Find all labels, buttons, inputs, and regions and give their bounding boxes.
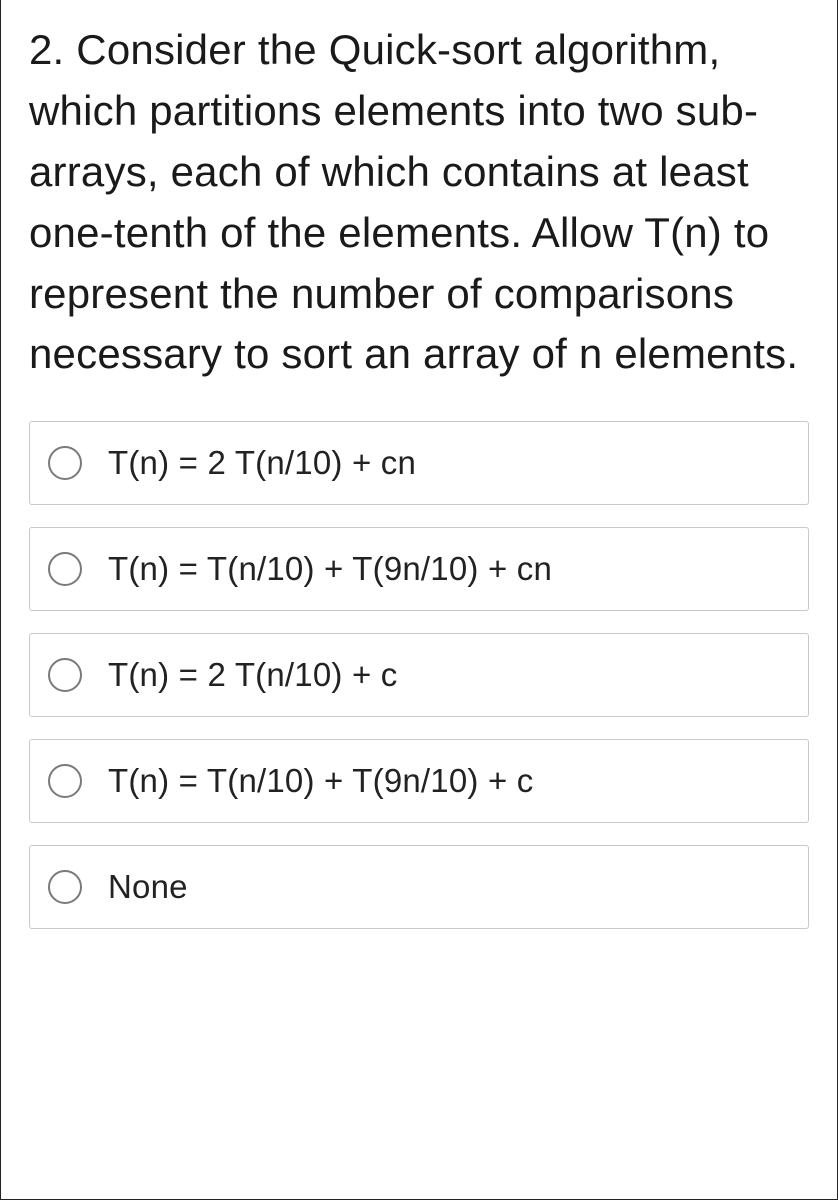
option-label: T(n) = T(n/10) + T(9n/10) + cn — [108, 550, 552, 588]
option-label: T(n) = T(n/10) + T(9n/10) + c — [108, 762, 534, 800]
options-list: T(n) = 2 T(n/10) + cn T(n) = T(n/10) + T… — [29, 421, 809, 929]
option-label: None — [108, 868, 188, 906]
radio-icon — [48, 446, 82, 480]
radio-icon — [48, 658, 82, 692]
option-label: T(n) = 2 T(n/10) + c — [108, 656, 398, 694]
option-3[interactable]: T(n) = 2 T(n/10) + c — [29, 633, 809, 717]
option-4[interactable]: T(n) = T(n/10) + T(9n/10) + c — [29, 739, 809, 823]
option-5[interactable]: None — [29, 845, 809, 929]
option-label: T(n) = 2 T(n/10) + cn — [108, 444, 416, 482]
option-1[interactable]: T(n) = 2 T(n/10) + cn — [29, 421, 809, 505]
radio-icon — [48, 870, 82, 904]
option-2[interactable]: T(n) = T(n/10) + T(9n/10) + cn — [29, 527, 809, 611]
radio-icon — [48, 552, 82, 586]
radio-icon — [48, 764, 82, 798]
question-text: 2. Consider the Quick-sort algorithm, wh… — [29, 20, 809, 385]
